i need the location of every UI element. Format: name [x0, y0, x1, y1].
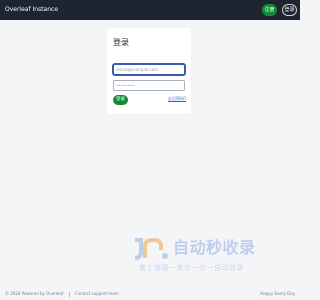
footer-left: © 2024 Powered by Overleaf Contact suppo…	[5, 287, 119, 300]
email-field[interactable]: email@example.com	[113, 64, 185, 75]
login-nav-button[interactable]: 登录	[282, 4, 297, 16]
watermark-banner: 自动秒收录 做上链接一来访一次一自动收录	[129, 232, 279, 278]
top-navbar: Overleaf Instance 注册 登录	[0, 0, 300, 20]
password-field[interactable]: ••••••••	[113, 80, 185, 91]
footer-divider	[68, 291, 70, 297]
register-button[interactable]: 注册	[262, 4, 277, 16]
copyright-text: © 2024 Powered by Overleaf	[5, 291, 64, 296]
contact-support-link[interactable]: Contact support team	[75, 291, 119, 296]
forgot-password-link[interactable]: 忘记密码?	[168, 96, 186, 102]
login-card: 登录 email@example.com •••••••• 登录 忘记密码?	[107, 28, 191, 114]
watermark-title: 自动秒收录	[173, 238, 256, 257]
footer: © 2024 Powered by Overleaf Contact suppo…	[0, 287, 300, 300]
login-title: 登录	[113, 38, 129, 47]
footer-greeting: Happy Every Day	[260, 291, 295, 296]
watermark-logo-icon	[134, 237, 168, 260]
login-submit-button[interactable]: 登录	[113, 95, 128, 105]
brand-title[interactable]: Overleaf Instance	[5, 4, 58, 16]
watermark-subtitle: 做上链接一来访一次一自动收录	[139, 264, 244, 272]
